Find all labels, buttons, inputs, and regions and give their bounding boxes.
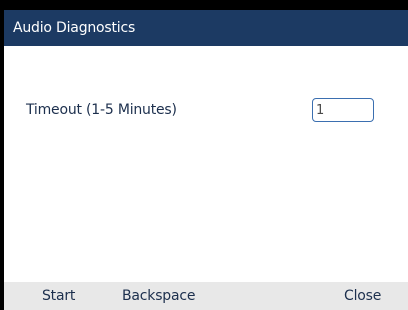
softkey-bar: Start Backspace Close	[4, 282, 408, 310]
window-title: Audio Diagnostics	[4, 10, 408, 46]
timeout-input[interactable]	[312, 98, 374, 122]
start-softkey[interactable]: Start	[42, 282, 75, 310]
phone-screen: Audio Diagnostics Timeout (1-5 Minutes) …	[4, 10, 408, 310]
close-softkey[interactable]: Close	[344, 282, 381, 310]
content-area: Timeout (1-5 Minutes)	[4, 46, 408, 282]
timeout-label: Timeout (1-5 Minutes)	[26, 102, 177, 118]
backspace-softkey[interactable]: Backspace	[122, 282, 195, 310]
